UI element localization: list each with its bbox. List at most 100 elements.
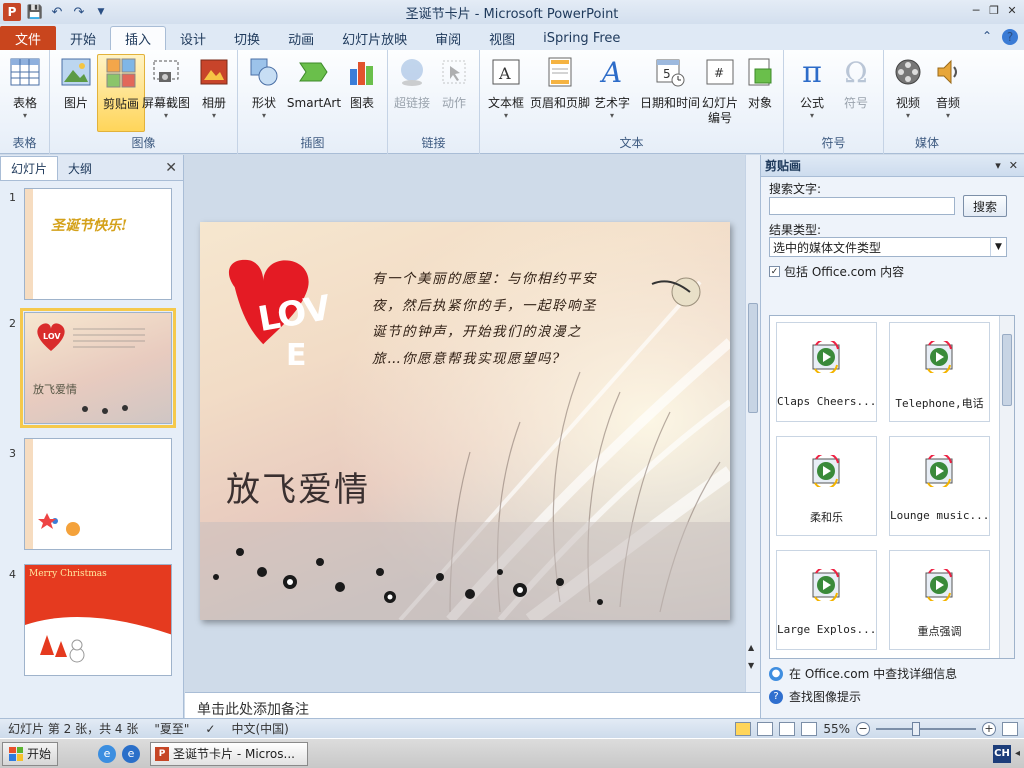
wordart-button[interactable]: A 艺术字 ▾ xyxy=(588,54,636,132)
tray-expand-icon[interactable]: ◂ xyxy=(1015,748,1020,759)
redo-icon[interactable]: ↷ xyxy=(71,4,87,20)
start-button[interactable]: 开始 xyxy=(2,741,59,766)
minimize-ribbon-icon[interactable]: ⌃ xyxy=(982,29,992,45)
slideshow-view-icon[interactable] xyxy=(801,721,818,736)
datetime-button[interactable]: 5 日期和时间 xyxy=(638,54,702,132)
clipart-result-item[interactable]: Claps Cheers... xyxy=(776,322,877,422)
windows-logo-icon xyxy=(9,746,23,761)
object-button[interactable]: 对象 xyxy=(736,54,784,132)
slide-thumbnail-3[interactable] xyxy=(24,438,172,550)
hyperlink-button[interactable]: 超链接 xyxy=(388,54,436,132)
group-symbols: π 公式 ▾ Ω 符号 符号 xyxy=(784,50,884,154)
slide-thumbnail-2[interactable]: LOV 放飞爱情 xyxy=(20,308,176,428)
theme-name[interactable]: "夏至" xyxy=(146,720,197,737)
tab-animations[interactable]: 动画 xyxy=(274,26,328,50)
table-button[interactable]: 表格 ▾ xyxy=(1,54,49,132)
next-slide-icon[interactable]: ▼ xyxy=(748,661,754,670)
clipart-icon xyxy=(105,57,137,89)
close-icon[interactable]: ✕ xyxy=(1004,2,1020,18)
clipart-result-item[interactable]: Lounge music... xyxy=(889,436,990,536)
result-type-label: 结果类型: xyxy=(769,223,822,237)
chart-button[interactable]: 图表 xyxy=(338,54,386,132)
smartart-button[interactable]: SmartArt xyxy=(286,54,342,132)
result-type-select[interactable]: 选中的媒体文件类型 ▼ xyxy=(769,237,1007,257)
undo-icon[interactable]: ↶ xyxy=(49,4,65,20)
ime-indicator[interactable]: CH xyxy=(992,744,1011,763)
ie-icon[interactable]: e xyxy=(122,744,141,763)
clipart-button[interactable]: 剪贴画 xyxy=(97,54,145,132)
tab-outline[interactable]: 大纲 xyxy=(58,156,102,180)
audio-button[interactable]: 音频 ▾ xyxy=(924,54,972,132)
previous-slide-icon[interactable]: ▲ xyxy=(748,643,754,652)
tab-insert[interactable]: 插入 xyxy=(110,26,167,50)
tab-view[interactable]: 视图 xyxy=(475,26,529,50)
sound-clip-icon xyxy=(925,455,953,487)
picture-button[interactable]: 图片 xyxy=(52,54,100,132)
save-icon[interactable]: 💾 xyxy=(27,4,43,20)
svg-text:LOV: LOV xyxy=(43,332,61,341)
chart-icon xyxy=(346,56,378,88)
slide-thumbnail-4[interactable]: Merry Christmas xyxy=(24,564,172,676)
window-controls: ─ ❐ ✕ xyxy=(968,2,1020,18)
spellcheck-icon[interactable]: ✓ xyxy=(197,722,223,736)
slide-title-art[interactable]: 放飞爱情 xyxy=(226,462,370,511)
clipart-result-item[interactable]: 重点强调 xyxy=(889,550,990,650)
results-scrollbar[interactable] xyxy=(999,316,1014,658)
chevron-down-icon: ▼ xyxy=(990,238,1006,256)
taskbar-powerpoint-window[interactable]: P 圣诞节卡片 - Micros... xyxy=(150,741,309,766)
search-input[interactable] xyxy=(769,197,955,215)
pane-menu-icon[interactable]: ▾ xyxy=(995,159,1001,172)
clipart-result-item[interactable]: Telephone,电话 xyxy=(889,322,990,422)
symbol-button[interactable]: Ω 符号 xyxy=(832,54,880,132)
clipart-result-item[interactable]: Large Explos... xyxy=(776,550,877,650)
pane-title: 剪贴画 xyxy=(765,159,802,173)
equation-button[interactable]: π 公式 ▾ xyxy=(788,54,836,132)
language[interactable]: 中文(中国) xyxy=(223,720,296,737)
current-slide[interactable]: LOV E 有一个美丽的愿望：与你相约平安夜，然后执紧你的手，一起聆响圣诞节的钟… xyxy=(200,222,730,620)
tab-home[interactable]: 开始 xyxy=(56,26,110,50)
textbox-button[interactable]: A 文本框 ▾ xyxy=(482,54,530,132)
tab-ispring[interactable]: iSpring Free xyxy=(529,26,634,50)
screenshot-button[interactable]: 屏幕截图 ▾ xyxy=(140,54,192,132)
search-button[interactable]: 搜索 xyxy=(963,195,1007,217)
restore-icon[interactable]: ❐ xyxy=(986,2,1002,18)
status-bar: 幻灯片 第 2 张，共 4 张 "夏至" ✓ 中文(中国) 55% − + xyxy=(0,718,1024,738)
image-tips-link[interactable]: ? 查找图像提示 xyxy=(769,688,861,705)
action-icon xyxy=(438,56,470,88)
tab-slideshow[interactable]: 幻灯片放映 xyxy=(328,26,421,50)
fit-to-window-icon[interactable] xyxy=(1002,721,1018,736)
tab-design[interactable]: 设计 xyxy=(166,26,220,50)
close-icon[interactable]: ✕ xyxy=(1009,159,1018,172)
slide-thumbnail-1[interactable]: 圣诞节快乐! xyxy=(24,188,172,300)
header-footer-button[interactable]: 页眉和页脚 xyxy=(530,54,590,132)
normal-view-icon[interactable] xyxy=(735,721,752,736)
action-button[interactable]: 动作 xyxy=(430,54,478,132)
slide-vertical-scrollbar[interactable]: ▲ ▼ xyxy=(745,155,760,692)
browser-icon[interactable]: e xyxy=(98,744,117,763)
shapes-button[interactable]: 形状 ▾ xyxy=(240,54,288,132)
include-office-checkbox[interactable]: ✓ 包括 Office.com 内容 xyxy=(769,263,904,280)
close-icon[interactable]: ✕ xyxy=(165,160,177,176)
notes-pane[interactable]: 单击此处添加备注 xyxy=(185,692,760,718)
tab-file[interactable]: 文件 xyxy=(0,26,56,50)
taskbar: 开始 e e P 圣诞节卡片 - Micros... CH ◂ xyxy=(0,738,1024,768)
zoom-level[interactable]: 55% xyxy=(823,722,850,736)
customize-qat-icon[interactable]: ▼ xyxy=(93,4,109,20)
zoom-out-icon[interactable]: − xyxy=(856,721,870,736)
slide-sorter-icon[interactable] xyxy=(757,721,774,736)
powerpoint-app-icon[interactable]: P xyxy=(3,3,21,21)
zoom-in-icon[interactable]: + xyxy=(982,721,996,736)
office-link[interactable]: ● 在 Office.com 中查找详细信息 xyxy=(769,665,957,682)
help-icon[interactable]: ? xyxy=(1002,29,1018,45)
minimize-icon[interactable]: ─ xyxy=(968,2,984,18)
window-title: 圣诞节卡片 - Microsoft PowerPoint xyxy=(405,6,619,22)
clipart-result-item[interactable]: 柔和乐 xyxy=(776,436,877,536)
globe-icon xyxy=(396,56,428,88)
tab-slides[interactable]: 幻灯片 xyxy=(0,156,59,180)
tab-transitions[interactable]: 切换 xyxy=(220,26,274,50)
slide-body-text[interactable]: 有一个美丽的愿望：与你相约平安夜，然后执紧你的手，一起聆响圣诞节的钟声，开始我们… xyxy=(372,266,607,372)
reading-view-icon[interactable] xyxy=(779,721,796,736)
zoom-slider[interactable] xyxy=(876,721,976,736)
album-button[interactable]: 相册 ▾ xyxy=(190,54,238,132)
tab-review[interactable]: 审阅 xyxy=(421,26,475,50)
